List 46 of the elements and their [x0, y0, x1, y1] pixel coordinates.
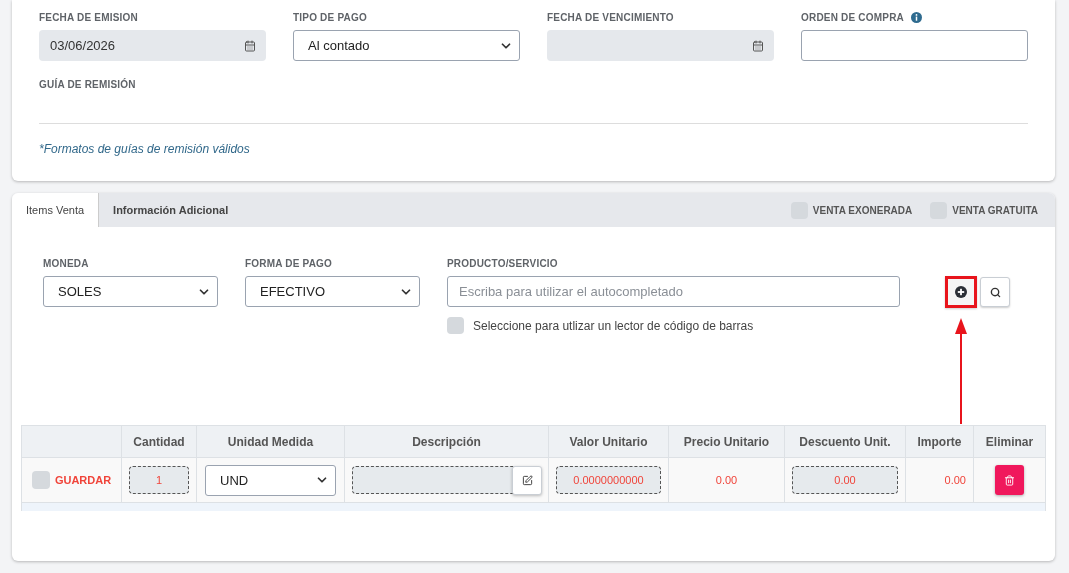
field-label: ORDEN DE COMPRA [801, 12, 904, 23]
amount: 0.00 [944, 474, 966, 486]
payment-type-select[interactable]: Al contado [293, 30, 520, 61]
calendar-icon [752, 39, 764, 52]
plus-circle-icon [955, 286, 967, 298]
payment-method-select[interactable]: EFECTIVO [245, 276, 420, 307]
field-label: FECHA DE EMISION [39, 12, 138, 23]
checkbox-label: VENTA GRATUITA [952, 204, 1038, 216]
unit-price: 0.00 [715, 474, 738, 486]
edit-button[interactable] [512, 466, 542, 495]
delete-button[interactable] [995, 465, 1024, 495]
calendar-icon [244, 39, 256, 52]
edit-icon [521, 475, 533, 486]
date-field[interactable]: 03/06/2026 [39, 30, 266, 61]
checkbox-label: Seleccione para utlizar un lector de código de barras [473, 318, 754, 333]
checkbox[interactable] [31, 471, 50, 489]
column-header: Descuento Unit. [785, 426, 906, 457]
search-icon [989, 286, 1001, 298]
date-value: 03/06/2026 [50, 38, 116, 53]
currency-select[interactable]: SOLES [43, 276, 218, 307]
checkbox[interactable] [447, 317, 464, 334]
column-header: Valor Unitario [549, 426, 669, 457]
field-label: FORMA DE PAGO [245, 258, 333, 269]
tab[interactable]: Items Venta [12, 193, 100, 227]
unit-select[interactable]: UND [205, 464, 336, 496]
date-field[interactable] [547, 30, 774, 61]
tab[interactable]: Información Adicional [99, 193, 243, 227]
field-label: MONEDA [43, 258, 89, 269]
column-header: Precio Unitario [669, 426, 785, 457]
info-icon[interactable] [911, 12, 922, 23]
field-label: GUÍA DE REMISIÓN [39, 79, 137, 90]
field-label: PRODUCTO/SERVICIO [447, 258, 558, 269]
field-label: FECHA DE VENCIMIENTO [547, 12, 674, 23]
checkbox-label: VENTA EXONERADA [812, 204, 913, 216]
save-label[interactable]: GUARDAR [54, 474, 112, 486]
column-header: Cantidad [122, 426, 197, 457]
trash-icon [1004, 474, 1015, 486]
column-header: Eliminar [974, 426, 1045, 457]
column-header: Unidad Medida [197, 426, 345, 457]
guide-format-note: *Formatos de guías de remisión válidos [39, 142, 251, 156]
search-button[interactable] [980, 277, 1010, 307]
add-button[interactable] [945, 276, 977, 308]
column-header: Descripción [345, 426, 549, 457]
column-header: Importe [906, 426, 974, 457]
field-label: TIPO DE PAGO [293, 12, 367, 23]
purchase-order-field[interactable] [801, 30, 1028, 61]
